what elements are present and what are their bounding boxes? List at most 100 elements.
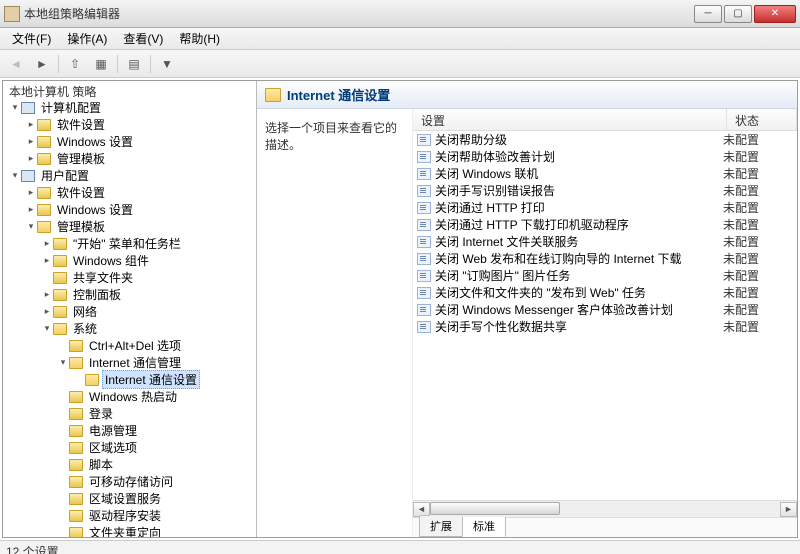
setting-name: 关闭通过 HTTP 打印 [435,199,723,216]
tree-pane[interactable]: 本地计算机 策略 ▾计算机配置▸软件设置▸Windows 设置▸管理模板▾用户配… [3,81,257,537]
tree-node-scripts[interactable]: 脚本 [3,456,256,473]
setting-name: 关闭 "订购图片" 图片任务 [435,267,723,284]
menu-file[interactable]: 文件(F) [4,28,59,49]
tree-node-u_admin[interactable]: ▾管理模板 [3,218,256,235]
maximize-button[interactable]: ▢ [724,5,752,23]
tree-node-c_software[interactable]: ▸软件设置 [3,116,256,133]
tree-node-c_admin[interactable]: ▸管理模板 [3,150,256,167]
expand-toggle[interactable] [57,527,69,538]
tree-node-driver_install[interactable]: 驱动程序安装 [3,507,256,524]
tab-extended[interactable]: 扩展 [419,515,463,537]
expand-toggle[interactable]: ▸ [25,119,37,131]
back-button[interactable]: ◄ [4,53,28,75]
tree-node-computer[interactable]: ▾计算机配置 [3,99,256,116]
setting-row[interactable]: 关闭通过 HTTP 打印未配置 [413,199,797,216]
tree-node-internet_settings[interactable]: Internet 通信设置 [3,371,256,388]
expand-toggle[interactable] [57,510,69,522]
tree-node-ctrl_alt_del[interactable]: Ctrl+Alt+Del 选项 [3,337,256,354]
expand-toggle[interactable] [57,476,69,488]
tree-node-win_components[interactable]: ▸Windows 组件 [3,252,256,269]
setting-row[interactable]: 关闭通过 HTTP 下载打印机驱动程序未配置 [413,216,797,233]
tree-node-network[interactable]: ▸网络 [3,303,256,320]
expand-toggle[interactable] [57,408,69,420]
setting-row[interactable]: 关闭 "订购图片" 图片任务未配置 [413,267,797,284]
expand-toggle[interactable]: ▾ [25,221,37,233]
setting-row[interactable]: 关闭帮助体验改善计划未配置 [413,148,797,165]
horizontal-scrollbar[interactable]: ◄ ► [413,500,797,517]
tree-node-start_taskbar[interactable]: ▸"开始" 菜单和任务栏 [3,235,256,252]
setting-row[interactable]: 关闭手写识别错误报告未配置 [413,182,797,199]
scroll-track[interactable] [430,502,780,517]
policy-icon [417,219,431,231]
setting-state: 未配置 [723,267,793,284]
setting-row[interactable]: 关闭 Windows 联机未配置 [413,165,797,182]
tree-node-power_mgmt[interactable]: 电源管理 [3,422,256,439]
tree-node-u_windows[interactable]: ▸Windows 设置 [3,201,256,218]
expand-toggle[interactable] [57,459,69,471]
expand-toggle[interactable]: ▸ [25,153,37,165]
policy-icon [417,168,431,180]
expand-toggle[interactable] [73,374,85,386]
menu-action[interactable]: 操作(A) [59,28,115,49]
menu-help[interactable]: 帮助(H) [171,28,228,49]
scroll-thumb[interactable] [430,502,560,515]
tab-standard[interactable]: 标准 [462,515,506,537]
expand-toggle[interactable] [57,425,69,437]
setting-row[interactable]: 关闭 Internet 文件关联服务未配置 [413,233,797,250]
close-button[interactable]: ✕ [754,5,796,23]
expand-toggle[interactable] [57,391,69,403]
tree-node-region_settings[interactable]: 区域设置服务 [3,490,256,507]
filter-button[interactable]: ▼ [155,53,179,75]
setting-row[interactable]: 关闭 Web 发布和在线订购向导的 Internet 下载未配置 [413,250,797,267]
expand-toggle[interactable]: ▸ [25,204,37,216]
tree-node-logon[interactable]: 登录 [3,405,256,422]
folder-icon [85,374,99,386]
setting-row[interactable]: 关闭手写个性化数据共享未配置 [413,318,797,335]
expand-toggle[interactable]: ▸ [25,187,37,199]
expand-toggle[interactable]: ▾ [41,323,53,335]
tree-node-win_hotstart[interactable]: Windows 热启动 [3,388,256,405]
folder-icon [37,136,51,148]
tree-node-area_options[interactable]: 区域选项 [3,439,256,456]
expand-toggle[interactable]: ▾ [57,357,69,369]
expand-toggle[interactable] [57,442,69,454]
tree-root-label[interactable]: 本地计算机 策略 [3,81,256,95]
folder-icon [69,510,83,522]
tree-node-internet_mgmt[interactable]: ▾Internet 通信管理 [3,354,256,371]
scroll-right-button[interactable]: ► [780,502,797,517]
expand-toggle[interactable]: ▸ [41,306,53,318]
expand-toggle[interactable] [57,340,69,352]
show-hide-tree-button[interactable]: ▦ [89,53,113,75]
policy-icon [417,253,431,265]
setting-row[interactable]: 关闭帮助分级未配置 [413,131,797,148]
tree-node-removable_storage[interactable]: 可移动存储访问 [3,473,256,490]
expand-toggle[interactable]: ▸ [41,238,53,250]
expand-toggle[interactable]: ▸ [41,255,53,267]
tree-node-system[interactable]: ▾系统 [3,320,256,337]
expand-toggle[interactable]: ▸ [41,289,53,301]
col-setting[interactable]: 设置 [413,109,727,130]
expand-toggle[interactable] [57,493,69,505]
expand-toggle[interactable] [41,272,53,284]
expand-toggle[interactable]: ▾ [9,102,21,114]
tree-node-user[interactable]: ▾用户配置 [3,167,256,184]
expand-toggle[interactable]: ▸ [25,136,37,148]
properties-button[interactable]: ▤ [122,53,146,75]
tree-node-shared_folders[interactable]: 共享文件夹 [3,269,256,286]
minimize-button[interactable]: ─ [694,5,722,23]
up-button[interactable]: ⇧ [63,53,87,75]
menu-view[interactable]: 查看(V) [115,28,171,49]
tree-node-c_windows[interactable]: ▸Windows 设置 [3,133,256,150]
settings-list[interactable]: 关闭帮助分级未配置关闭帮助体验改善计划未配置关闭 Windows 联机未配置关闭… [413,131,797,500]
col-state[interactable]: 状态 [727,109,797,130]
folder-icon [69,459,83,471]
setting-state: 未配置 [723,301,793,318]
tree-node-control_panel[interactable]: ▸控制面板 [3,286,256,303]
setting-row[interactable]: 关闭文件和文件夹的 "发布到 Web" 任务未配置 [413,284,797,301]
setting-state: 未配置 [723,148,793,165]
tree-node-u_software[interactable]: ▸软件设置 [3,184,256,201]
tree-node-folder_redirect[interactable]: 文件夹重定向 [3,524,256,537]
expand-toggle[interactable]: ▾ [9,170,21,182]
setting-row[interactable]: 关闭 Windows Messenger 客户体验改善计划未配置 [413,301,797,318]
forward-button[interactable]: ► [30,53,54,75]
